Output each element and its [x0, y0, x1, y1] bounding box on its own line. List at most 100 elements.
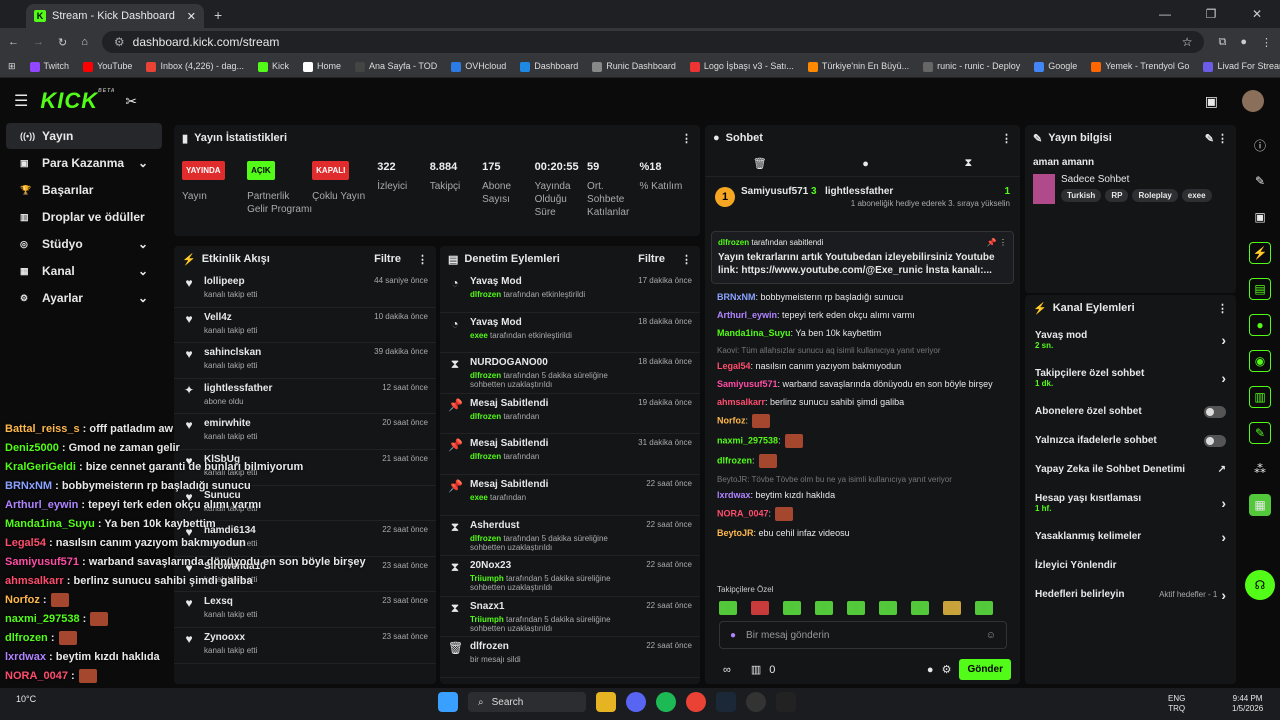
channel-action[interactable]: Yapay Zeka ile Sohbet Denetimi ↗: [1025, 455, 1236, 484]
calendar-icon[interactable]: ▥: [1249, 386, 1271, 408]
bookmark-star-icon[interactable]: ☆: [1182, 35, 1193, 49]
chat-message[interactable]: Norfoz:: [705, 411, 1020, 431]
weather-text[interactable]: 10°C: [16, 694, 36, 704]
moderation-target[interactable]: Asherdust: [470, 520, 638, 531]
activity-item[interactable]: ✦ lightlessfather abone oldu 12 saat önce: [174, 379, 436, 415]
infinity-icon[interactable]: ∞: [723, 664, 731, 676]
chat-username[interactable]: BeytoJR: [717, 528, 754, 538]
activity-item[interactable]: ♥ Vell4z kanalı takip etti 10 dakika önce: [174, 308, 436, 344]
omnibox[interactable]: ⚙ dashboard.kick.com/stream ☆: [101, 31, 1205, 53]
extensions-icon[interactable]: ⧉: [1218, 36, 1226, 49]
moderator-name[interactable]: dlfrozen: [470, 452, 501, 461]
new-tab-icon[interactable]: +: [214, 7, 222, 23]
channel-action[interactable]: Takipçilere özel sohbet 1 dk. ›: [1025, 359, 1236, 397]
back-icon[interactable]: ←: [8, 36, 19, 48]
bolt-icon[interactable]: ⚡: [1249, 242, 1271, 264]
emote[interactable]: [751, 601, 769, 615]
home-icon[interactable]: ⌂: [81, 36, 88, 48]
chat-settings-icon[interactable]: ●: [927, 664, 934, 676]
lang[interactable]: ENG: [1168, 694, 1185, 704]
moderation-target[interactable]: Yavaş Mod: [470, 276, 630, 287]
menu-icon[interactable]: ⋮: [1261, 36, 1272, 49]
sidebar-item-6[interactable]: ⚙ Ayarlar ⌄: [6, 285, 162, 311]
moderation-item[interactable]: ◔ Yavaş Mod exee tarafından etkinleştirild…: [440, 313, 700, 354]
bookmark-item[interactable]: Türkiye'nin En Büyü...: [807, 61, 909, 72]
chat-bubble-icon[interactable]: ●: [862, 158, 869, 170]
moderator-name[interactable]: dlfrozen: [470, 290, 501, 299]
tag[interactable]: Roleplay: [1132, 189, 1178, 202]
windows-start-icon[interactable]: [438, 692, 458, 712]
clock-date[interactable]: 1/5/2026: [1232, 704, 1263, 714]
more-icon[interactable]: ⋮: [681, 253, 692, 266]
moderation-item[interactable]: ⧗ Snazx1 Triiumph tarafından 5 dakika süre…: [440, 597, 700, 638]
chat-message[interactable]: ahmsalkarr: berlinz sunucu sahibi şimdi …: [705, 393, 1020, 411]
spotify-icon[interactable]: [656, 692, 676, 712]
tag[interactable]: Turkish: [1061, 189, 1102, 202]
sidebar-item-4[interactable]: ◎ Stüdyo ⌄: [6, 231, 162, 257]
bookmark-item[interactable]: YouTube: [83, 61, 132, 72]
edit-icon[interactable]: ✎: [1249, 170, 1271, 192]
activity-filter-button[interactable]: Filtre: [374, 253, 401, 265]
chat-username[interactable]: Norfoz: [717, 415, 746, 425]
broadcast-icon[interactable]: ◉: [1249, 350, 1271, 372]
bookmark-item[interactable]: Yemek - Trendyol Go: [1091, 61, 1189, 72]
chat-message[interactable]: BeytoJR: ebu cehil infaz videosu: [705, 524, 1020, 542]
activity-item[interactable]: ♥ lollipeep kanalı takip etti 44 saniye önc…: [174, 272, 436, 308]
moderation-target[interactable]: NURDOGANO00: [470, 357, 630, 368]
moderation-item[interactable]: ◔ Yavaş Mod dlfrozen tarafından etkinleşti…: [440, 272, 700, 313]
sidebar-item-5[interactable]: ▦ Kanal ⌄: [6, 258, 162, 284]
tool-icon[interactable]: ✂: [125, 93, 137, 110]
chat-message[interactable]: Samiyusuf571: warband savaşlarında dönüy…: [705, 375, 1020, 393]
bookmark-item[interactable]: Inbox (4,226) - dag...: [146, 61, 244, 72]
bookmark-item[interactable]: Home: [303, 61, 341, 72]
moderator-name[interactable]: dlfrozen: [470, 412, 501, 421]
bookmark-item[interactable]: Logo İşbaşı v3 - Satı...: [689, 61, 794, 72]
chat-message[interactable]: lxrdwax: beytim kızdı haklıda: [705, 486, 1020, 504]
discord-icon[interactable]: [626, 692, 646, 712]
moderator-name[interactable]: dlfrozen: [470, 534, 501, 543]
moderator-name[interactable]: exee: [470, 493, 488, 502]
hamburger-icon[interactable]: ☰: [14, 91, 28, 111]
camera-icon[interactable]: ▣: [1205, 93, 1218, 110]
toggle[interactable]: [1204, 405, 1226, 418]
moderation-item[interactable]: 📌 Mesaj Sabitlendi dlfrozen tarafından 19 d…: [440, 394, 700, 435]
share-icon[interactable]: ⁂: [1249, 458, 1271, 480]
moderation-target[interactable]: 20Nox23: [470, 560, 638, 571]
folder-icon[interactable]: [596, 692, 616, 712]
sidebar-item-2[interactable]: 🏆 Başarılar: [6, 177, 162, 203]
bookmark-item[interactable]: Livad For Streamers: [1203, 61, 1280, 72]
activity-user[interactable]: lollipeep: [204, 276, 366, 287]
chat-username[interactable]: ahmsalkarr: [717, 397, 765, 407]
chat-username[interactable]: NORA_0047: [717, 508, 769, 518]
reload-icon[interactable]: ↻: [58, 36, 67, 49]
moderation-target[interactable]: Mesaj Sabitlendi: [470, 398, 630, 409]
tag[interactable]: exee: [1181, 189, 1212, 202]
more-icon[interactable]: ⋮: [1217, 302, 1228, 315]
channel-action[interactable]: Yavaş mod 2 sn. ›: [1025, 321, 1236, 359]
channel-action[interactable]: Yalnızca ifadelerle sohbet: [1025, 426, 1236, 455]
moderation-target[interactable]: dlfrozen: [470, 641, 638, 652]
chat-username[interactable]: Samiyusuf571: [717, 379, 778, 389]
bookmark-item[interactable]: Runic Dashboard: [592, 61, 676, 72]
emote[interactable]: [783, 601, 801, 615]
moderation-item[interactable]: 🗑 dlfrozen bir mesajı sildi 22 saat önce: [440, 637, 700, 678]
chat-username[interactable]: Manda1ina_Suyu: [717, 328, 791, 338]
bookmark-item[interactable]: Dashboard: [520, 61, 578, 72]
chat-message[interactable]: naxmi_297538:: [705, 431, 1020, 451]
bookmark-item[interactable]: runic - runic - Deploy: [923, 61, 1020, 72]
activity-item[interactable]: ♥ sahinclskan kanalı takip etti 39 dakika ö…: [174, 343, 436, 379]
moderation-filter-button[interactable]: Filtre: [638, 253, 665, 265]
chat-username[interactable]: dlfrozen: [717, 455, 752, 465]
epic-icon[interactable]: [776, 692, 796, 712]
sidebar-item-3[interactable]: ▥ Droplar ve ödüller: [6, 204, 162, 230]
emoji-icon[interactable]: ☺: [986, 630, 996, 641]
site-info-icon[interactable]: ⚙: [114, 35, 125, 49]
apps-icon[interactable]: ⊞: [8, 61, 16, 72]
category-name[interactable]: Sadece Sohbet: [1061, 174, 1216, 185]
wrench-icon[interactable]: ✎: [1249, 422, 1271, 444]
more-icon[interactable]: ⋮: [417, 253, 428, 266]
gift-box-icon[interactable]: ▥: [751, 663, 761, 676]
category-thumbnail[interactable]: [1033, 174, 1055, 204]
kick-logo[interactable]: KICKBETA: [40, 88, 115, 114]
moderator-name[interactable]: Triiumph: [470, 615, 504, 624]
